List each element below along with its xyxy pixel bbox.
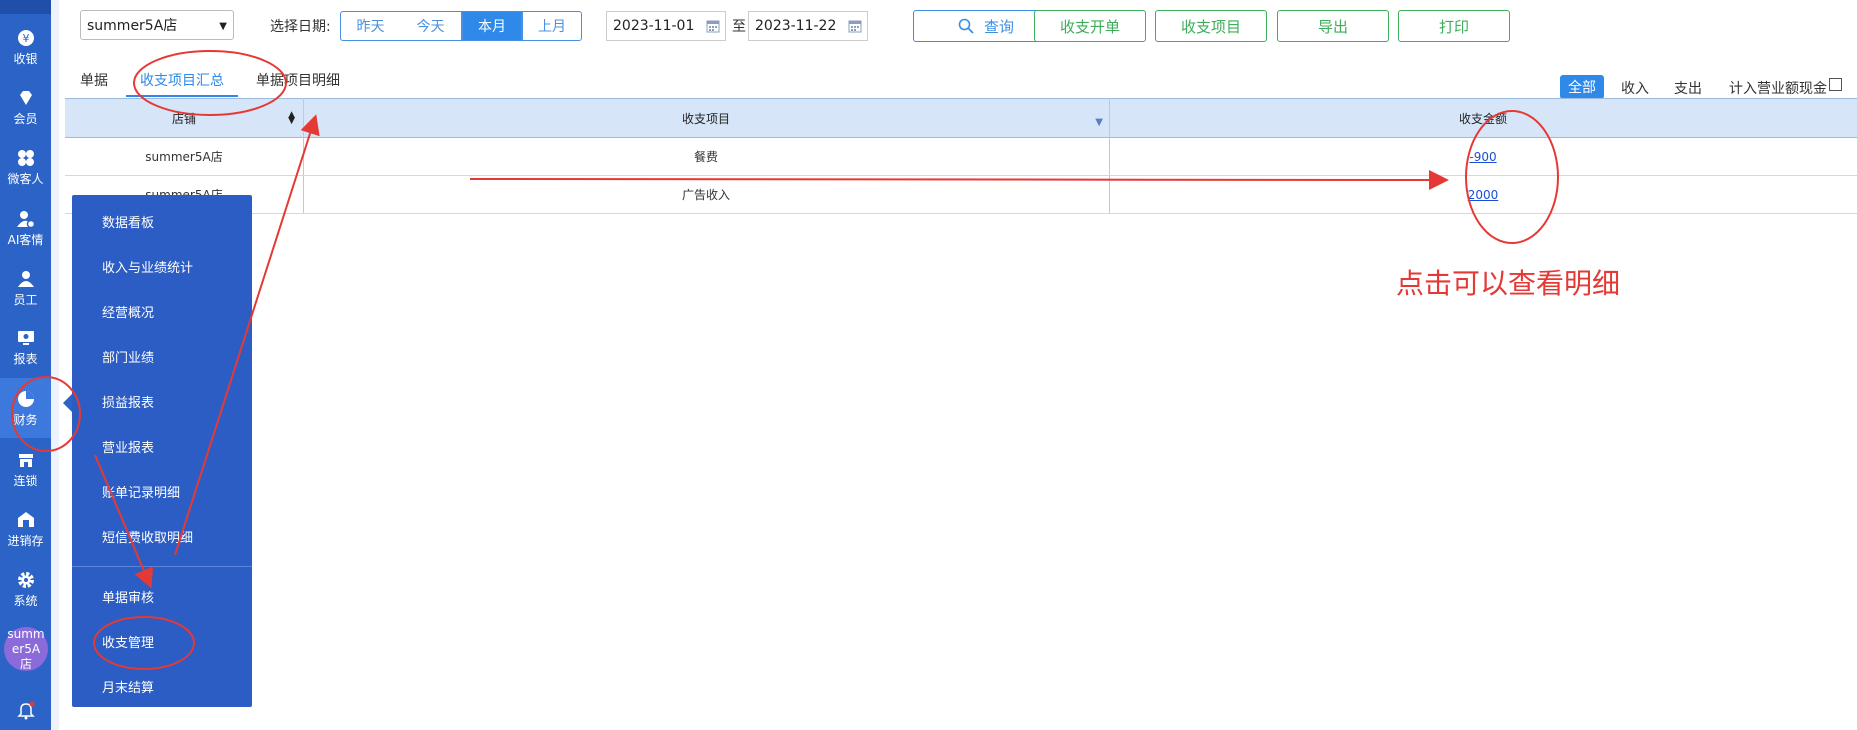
start-date-input[interactable]: 2023-11-01: [606, 11, 726, 41]
gear-icon: [16, 570, 36, 590]
range-yesterday[interactable]: 昨天: [340, 11, 401, 41]
sidebar-item-label: 会员: [13, 111, 38, 126]
menu-item-profit-loss[interactable]: 损益报表: [102, 392, 154, 411]
sidebar-item-cashier[interactable]: ¥ 收银: [0, 18, 51, 76]
range-last-month[interactable]: 上月: [522, 11, 582, 41]
end-date-value: 2023-11-22: [755, 18, 837, 34]
avatar-label: summer5A店: [7, 626, 45, 671]
pie-icon: [16, 389, 36, 409]
avatar[interactable]: summer5A店: [4, 627, 48, 671]
table-header: 店铺 ▲ ▼ 收支项目 ▼ 收支金额: [65, 98, 1857, 138]
sidebar-item-label: 报表: [13, 351, 38, 366]
menu-item-month-end[interactable]: 月末结算: [102, 677, 154, 696]
menu-item-business-overview[interactable]: 经营概况: [102, 302, 154, 321]
column-header-label: 收支项目: [681, 112, 730, 126]
sidebar-item-chain[interactable]: 连锁: [0, 440, 51, 498]
cell-amount: 2000: [1109, 176, 1857, 213]
menu-item-doc-review[interactable]: 单据审核: [102, 587, 154, 606]
amount-link[interactable]: -900: [1469, 150, 1496, 164]
calendar-icon: [848, 19, 862, 33]
column-header-item[interactable]: 收支项目 ▼: [303, 99, 1109, 138]
cell-item: 广告收入: [681, 188, 730, 202]
sidebar-item-staff[interactable]: 员工: [0, 259, 51, 317]
sidebar-item-micro-guest[interactable]: 微客人: [0, 138, 51, 196]
column-header-label: 店铺: [171, 112, 196, 126]
query-button-label: 查询: [983, 17, 1014, 36]
clover-icon: [16, 148, 36, 168]
finance-menu: 数据看板 收入与业绩统计 经营概况 部门业绩 损益报表 营业报表 账单记录明细 …: [72, 195, 252, 707]
bell-icon[interactable]: [16, 700, 36, 720]
amount-link[interactable]: 2000: [1468, 188, 1499, 202]
end-date-input[interactable]: 2023-11-22: [748, 11, 868, 41]
cell-item: 餐费: [693, 150, 718, 164]
date-range-separator: 至: [732, 19, 746, 35]
tab-item-detail[interactable]: 单据项目明细: [256, 70, 340, 90]
cell-store: summer5A店: [145, 150, 223, 164]
sidebar-item-label: 进销存: [7, 533, 44, 548]
sidebar-item-finance[interactable]: 财务: [0, 378, 51, 438]
store-select[interactable]: summer5A店 ▼: [80, 10, 234, 40]
person-icon: [16, 269, 36, 289]
filter-income[interactable]: 收入: [1621, 78, 1649, 98]
menu-item-sales-report[interactable]: 营业报表: [102, 437, 154, 456]
tab-documents[interactable]: 单据: [80, 70, 108, 90]
menu-item-department[interactable]: 部门业绩: [102, 347, 154, 366]
include-cash-checkbox[interactable]: [1829, 78, 1842, 91]
sidebar-item-label: 系统: [13, 593, 38, 608]
filter-all[interactable]: 全部: [1560, 75, 1604, 99]
sidebar-item-system[interactable]: 系统: [0, 560, 51, 618]
date-label: 选择日期:: [270, 19, 331, 35]
column-header-label: 收支金额: [1458, 112, 1507, 126]
search-icon: [958, 18, 974, 34]
calendar-icon: [706, 19, 720, 33]
sidebar-item-label: 员工: [13, 292, 38, 307]
table-row[interactable]: summer5A店 广告收入 2000: [65, 176, 1857, 214]
filter-expense[interactable]: 支出: [1674, 78, 1702, 98]
left-sidebar: ¥ 收银 会员 微客人 AI客情 员工 报表 财务 连锁 进销存 系统 summ…: [0, 0, 51, 730]
range-today[interactable]: 今天: [400, 11, 462, 41]
range-this-month[interactable]: 本月: [462, 11, 522, 41]
yen-icon: ¥: [16, 28, 36, 48]
column-header-amount[interactable]: 收支金额: [1109, 99, 1857, 138]
table-row[interactable]: summer5A店 餐费 -900: [65, 138, 1857, 176]
menu-item-income-expense[interactable]: 收支管理: [102, 632, 154, 651]
sidebar-item-label: 微客人: [7, 171, 44, 186]
sidebar-item-label: 收银: [13, 51, 38, 66]
sidebar-item-report[interactable]: 报表: [0, 318, 51, 376]
print-button[interactable]: 打印: [1398, 10, 1510, 42]
person-gear-icon: [16, 209, 36, 229]
include-cash-label: 计入营业额现金: [1729, 81, 1827, 97]
chevron-down-icon: ▼: [219, 21, 227, 32]
active-tab-indicator: [126, 95, 238, 97]
menu-item-sms-fees[interactable]: 短信费收取明细: [102, 527, 193, 546]
export-button[interactable]: 导出: [1277, 10, 1389, 42]
open-bill-button[interactable]: 收支开单: [1034, 10, 1146, 42]
cell-amount: -900: [1109, 138, 1857, 175]
sidebar-item-label: AI客情: [7, 232, 44, 247]
sort-icon[interactable]: ▲ ▼: [288, 111, 295, 126]
svg-text:¥: ¥: [22, 32, 29, 45]
store-icon: [16, 450, 36, 470]
monitor-icon: [16, 328, 36, 348]
warehouse-icon: [16, 510, 36, 530]
menu-item-dashboard[interactable]: 数据看板: [102, 212, 154, 231]
sidebar-item-ai[interactable]: AI客情: [0, 199, 51, 257]
menu-divider: [72, 566, 252, 567]
menu-item-revenue-stats[interactable]: 收入与业绩统计: [102, 257, 193, 276]
annotation-text: 点击可以查看明细: [1396, 267, 1621, 300]
tab-item-summary[interactable]: 收支项目汇总: [140, 70, 224, 90]
sidebar-top-strip: [0, 0, 51, 14]
items-button[interactable]: 收支项目: [1155, 10, 1267, 42]
column-header-store[interactable]: 店铺 ▲ ▼: [65, 99, 303, 138]
sidebar-divider: [51, 0, 59, 730]
sidebar-item-inventory[interactable]: 进销存: [0, 500, 51, 558]
sidebar-item-member[interactable]: 会员: [0, 78, 51, 136]
filter-icon[interactable]: ▼: [1095, 117, 1103, 128]
menu-item-bill-records[interactable]: 账单记录明细: [102, 482, 180, 501]
diamond-icon: [16, 88, 36, 108]
sidebar-item-label: 连锁: [13, 473, 38, 488]
sidebar-item-label: 财务: [13, 412, 38, 427]
store-select-value: summer5A店: [87, 18, 178, 34]
start-date-value: 2023-11-01: [613, 18, 695, 34]
